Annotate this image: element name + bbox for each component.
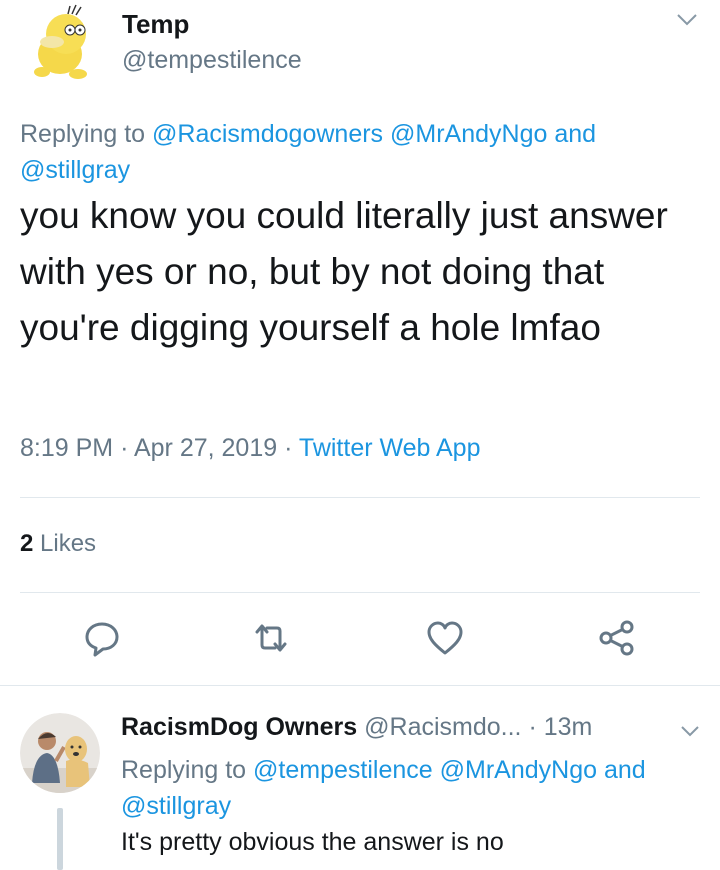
reply-replying-to: Replying to @tempestilence @MrAndyNgo an… [121, 752, 711, 824]
reply-icon[interactable] [82, 618, 122, 658]
author-avatar[interactable] [20, 2, 104, 86]
likes-number: 2 [20, 530, 34, 557]
mention-link[interactable]: @tempestilence [253, 756, 433, 784]
retweet-icon[interactable] [251, 618, 291, 658]
separator: · [120, 434, 129, 462]
reply-header: RacismDog Owners @Racismdo... · 13m [121, 713, 592, 742]
tweet-time[interactable]: 8:19 PM [20, 434, 113, 462]
divider [0, 685, 720, 686]
replying-to-label: Replying to [121, 756, 247, 784]
tweet-date[interactable]: Apr 27, 2019 [134, 434, 277, 462]
tweet-source[interactable]: Twitter Web App [299, 434, 481, 462]
chevron-down-icon[interactable] [676, 12, 698, 28]
chevron-down-icon[interactable] [680, 724, 700, 738]
author-handle[interactable]: @tempestilence [122, 46, 302, 75]
tweet-meta: 8:19 PM · Apr 27, 2019 · Twitter Web App [20, 434, 481, 463]
reply-author-avatar[interactable] [20, 713, 100, 793]
replying-to: Replying to @Racismdogowners @MrAndyNgo … [20, 116, 700, 188]
mention-link[interactable]: @stillgray [121, 792, 231, 820]
mention-link[interactable]: @stillgray [20, 156, 130, 184]
separator: · [284, 434, 293, 462]
likes-count[interactable]: 2 Likes [20, 530, 96, 558]
likes-label: Likes [40, 530, 97, 557]
reply-time[interactable]: 13m [544, 713, 593, 741]
like-icon[interactable] [425, 618, 465, 658]
divider [20, 592, 700, 593]
author-name[interactable]: Temp [122, 9, 189, 40]
mention-link[interactable]: @MrAndyNgo [440, 756, 597, 784]
mention-and[interactable]: and [554, 120, 596, 148]
share-icon[interactable] [596, 618, 636, 658]
mention-link[interactable]: @MrAndyNgo [390, 120, 547, 148]
separator: · [528, 713, 537, 741]
reply-author-handle[interactable]: @Racismdo... [364, 713, 521, 741]
reply-text: It's pretty obvious the answer is no [121, 828, 504, 856]
thread-line [57, 808, 63, 870]
mention-link[interactable]: @Racismdogowners [152, 120, 383, 148]
replying-to-label: Replying to [20, 120, 146, 148]
tweet-text: you know you could literally just answer… [20, 195, 668, 348]
reply-author-name[interactable]: RacismDog Owners [121, 713, 357, 741]
divider [20, 497, 700, 498]
mention-and[interactable]: and [604, 756, 646, 784]
